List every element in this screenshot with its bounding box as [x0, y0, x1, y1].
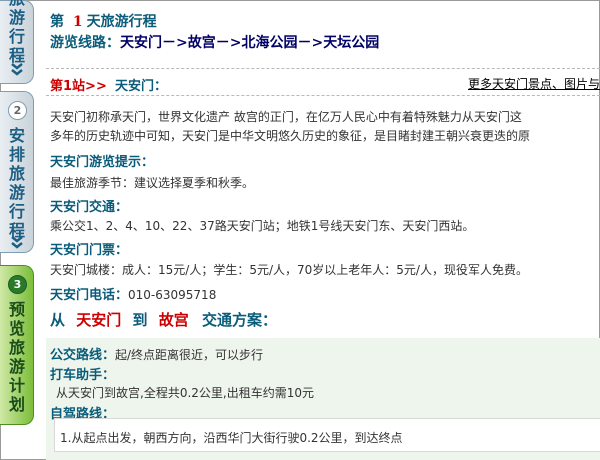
route-line: 游览线路：天安门－>故宫－>北海公园－>天坛公园	[50, 35, 380, 51]
driving-direction-step: 1.从起点出发，朝西方向，沿西华门大街行驶0.2公里，到达终点	[60, 431, 403, 445]
intro-text-line2: 多年的历史轨迹中可知，天安门是中华文明悠久历史的象征，是目睹封建王朝兴衰更迭的原	[50, 129, 531, 143]
step-3-label: 预 览 旅 游 计 划	[8, 300, 25, 414]
tips-text: 最佳旅游季节：建议选择夏季和秋季。	[50, 176, 255, 190]
day-title: 第 1 天旅游行程	[50, 14, 157, 30]
step-2-label: 安 排 旅 游 行 程	[8, 126, 25, 240]
bus-route: 公交路线：起/终点距离很近，可以步行	[50, 348, 264, 363]
intro-text-line1: 天安门初称承天门，世界文化遗产 故宫的正门，在亿万人民心中有着特殊魅力从天安门这	[50, 110, 522, 124]
step-1-label: 旅 游 行 程	[8, 0, 25, 65]
double-chevron-down-icon	[8, 234, 26, 250]
transfer-heading: 从 天安门 到 故宫 交通方案：	[50, 311, 278, 329]
step-2-number: 2	[8, 101, 27, 120]
ticket-title: 天安门门票：	[50, 243, 129, 258]
phone-line: 天安门电话：010-63095718	[50, 288, 217, 303]
more-attractions-link[interactable]: 更多天安门景点、图片与	[468, 75, 600, 92]
transport-text: 乘公交1、2、4、10、22、37路天安门站；地铁1号线天安门东、天安门西站。	[50, 219, 475, 233]
divider	[46, 68, 600, 69]
double-chevron-down-icon	[8, 61, 26, 77]
divider	[46, 95, 600, 96]
itinerary-content: 第 1 天旅游行程 游览线路：天安门－>故宫－>北海公园－>天坛公园 第1站>> …	[42, 0, 600, 460]
step-1-tab[interactable]: 旅 游 行 程	[0, 0, 34, 84]
taxi-title: 打车助手：	[50, 368, 116, 383]
transport-title: 天安门交通：	[50, 200, 129, 215]
step-2-tab[interactable]: 2 安 排 旅 游 行 程	[0, 91, 34, 253]
step-3-number: 3	[8, 275, 27, 294]
ticket-text: 天安门城楼：成人：15元/人；学生：5元/人，70岁以上老年人：5元/人，现役军…	[50, 263, 528, 277]
station-heading: 第1站>> 天安门：	[50, 79, 167, 94]
taxi-text: 从天安门到故宫,全程共0.2公里,出租车约需10元	[56, 386, 314, 400]
tips-title: 天安门游览提示：	[50, 155, 155, 170]
step-3-tab[interactable]: 3 预 览 旅 游 计 划	[0, 265, 34, 425]
